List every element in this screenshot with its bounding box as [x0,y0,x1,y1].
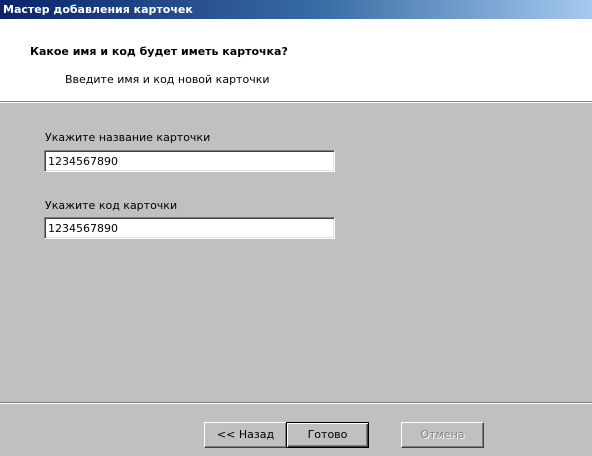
page-subtitle: Введите имя и код новой карточки [65,73,270,86]
cancel-button[interactable]: Отмена [401,422,484,448]
card-code-input[interactable] [44,217,335,239]
card-name-label: Укажите название карточки [45,131,211,144]
card-code-label: Укажите код карточки [45,199,178,212]
window-title: Мастер добавления карточек [3,3,193,16]
wizard-window: Мастер добавления карточек Какое имя и к… [0,0,592,456]
card-name-input[interactable] [44,150,335,172]
title-bar[interactable]: Мастер добавления карточек [0,0,592,19]
footer-divider-highlight [0,403,592,404]
finish-button[interactable]: Готово [286,422,369,448]
page-title: Какое имя и код будет иметь карточка? [30,45,288,58]
wizard-header: Какое имя и код будет иметь карточка? Вв… [0,19,592,101]
back-button[interactable]: << Назад [204,422,287,448]
header-divider-highlight [0,102,592,103]
